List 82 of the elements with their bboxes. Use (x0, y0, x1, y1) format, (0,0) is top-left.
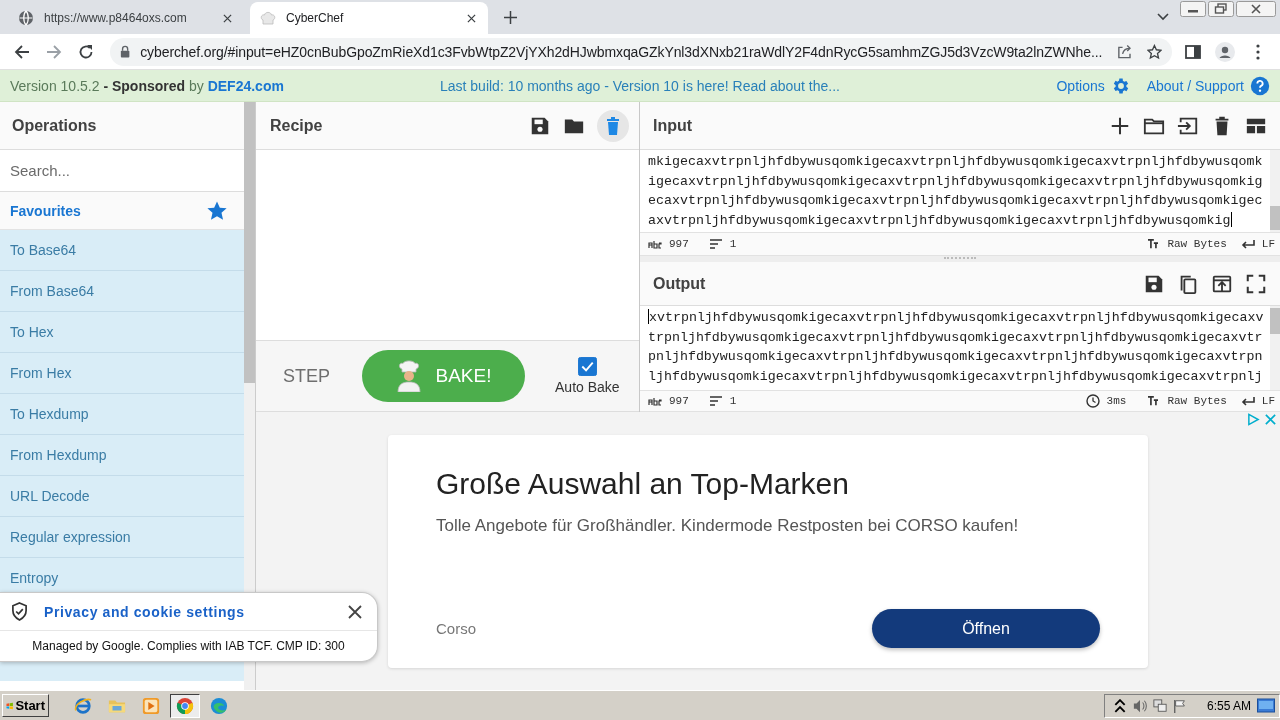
back-arrow-icon[interactable] (14, 43, 30, 60)
output-field[interactable]: xvtrpnljhfdbywusqomkigecaxvtrpnljhfdbywusqomkigecaxvtrpnljhfdbywusqomkigecaxv trpnljhfdbywusqomkigecaxvtrpnljhfdbywusqomkigecaxvtrpnljhfdbywusqomkigecaxvtr pnljhfdbywusqomkigecaxvtrpnljhfdbywusqomkigecaxvtrpnljhfdbywusqomkigecaxvtrpn ljhfdbywusqomkigecaxvtrpnljhfdbywusqomkigecaxvtrpnljhfdbywusqomkigecaxvtrpnlj (640, 306, 1270, 390)
ad-card[interactable]: Große Auswahl an Top-Marken Tolle Angebote für Großhändler. Kindermode Restposten bei CORSO kaufen! Corso Öffnen (388, 435, 1148, 668)
input-field[interactable]: mkigecaxvtrpnljhfdbywusqomkigecaxvtrpnljhfdbywusqomkigecaxvtrpnljhfdbywusqomk igecaxvtrpnljhfdbywusqomkigecaxvtrpnljhfdbywusqomkigecaxvtrpnljhfdbywusqomkig ecaxvtrpnljhfdbywusqomkigecaxvtrpnljhfdbywusqomkigecaxvtrpnljhfdbywusqomkigec axvtrpnljhfdbywusqomkigecaxvtrpnljhfdbywusqomkigecaxvtrpnljhfdbywusqomkig (640, 150, 1270, 232)
character-count: 997 (669, 395, 689, 407)
auto-bake-checkbox[interactable] (577, 357, 597, 376)
desktop-icon[interactable] (1257, 697, 1276, 714)
flag-icon[interactable] (1173, 698, 1187, 713)
bake-time: 3ms (1106, 395, 1127, 407)
checkbox-label: Auto Bake (555, 379, 620, 395)
privacy-settings-link[interactable]: Privacy and cookie settings (44, 603, 348, 620)
network-icon[interactable] (1153, 698, 1167, 713)
close-icon[interactable] (348, 604, 362, 619)
character-count: 997 (669, 238, 689, 250)
ad-description: Tolle Angebote für Großhändler. Kindermode Restposten bei CORSO kaufen! (436, 515, 1019, 537)
lock-icon[interactable] (120, 45, 131, 58)
globe-icon (18, 10, 34, 26)
clock: 6:55 AM (1207, 698, 1252, 713)
bookmark-star-icon[interactable] (1147, 43, 1162, 60)
share-icon[interactable] (1117, 43, 1133, 60)
close-icon[interactable] (223, 13, 232, 23)
browser-tab[interactable]: https://www.p8464oxs.com (8, 2, 244, 34)
browser-icon (210, 696, 228, 715)
browser-icon (74, 696, 92, 715)
sponsor-link[interactable]: DEF24.com (207, 77, 284, 94)
menu-icon[interactable] (1256, 43, 1260, 60)
return-arrow-icon (1240, 239, 1255, 249)
start-button[interactable]: Start (2, 694, 49, 717)
help-icon (1250, 75, 1270, 96)
text-size-icon (1146, 239, 1161, 249)
close-icon[interactable] (467, 13, 476, 23)
bake-button[interactable]: BAKE! (362, 350, 525, 402)
text-size-icon (1146, 396, 1161, 406)
panel-title: Input (653, 116, 693, 135)
shield-icon (11, 602, 28, 621)
forward-arrow-icon[interactable] (46, 43, 62, 60)
restore-icon[interactable] (1208, 1, 1234, 17)
line-count: 1 (729, 395, 737, 407)
encoding-button[interactable]: Raw Bytes (1167, 395, 1227, 407)
browser-tab[interactable]: CyberChef (250, 2, 488, 34)
speaker-icon[interactable] (1133, 698, 1147, 713)
text-length-icon (648, 396, 662, 406)
chef-hat-icon (260, 10, 276, 26)
open-button[interactable]: Öffnen (872, 609, 1100, 648)
plus-icon[interactable] (504, 11, 517, 24)
eol-button[interactable]: LF (1261, 395, 1275, 407)
favourites-header[interactable]: Favourites (0, 192, 244, 230)
support-link[interactable]: About / Support (1146, 75, 1270, 96)
profile-icon[interactable] (1215, 41, 1235, 62)
lines-icon (708, 396, 723, 406)
consent-notice: Managed by Google. Complies with IAB TCF. CMP ID: 300 (31, 638, 346, 655)
panel-title: Output (653, 274, 706, 293)
line-count: 1 (729, 238, 737, 250)
address-bar[interactable]: cyberchef.org/#input=eHZ0cnBubGpoZmRieXd1c3FvbWtpZ2VjYXh2dHJwbmxqaGZkYnl3dXNxb21raWdlY2F4dnRycG5samhmZGJ5d3VzcW9ta2lnZWNhe... (110, 37, 1172, 66)
chevron-up-icon[interactable] (1113, 698, 1127, 713)
text-length-icon (648, 239, 662, 249)
chef-icon (395, 360, 422, 392)
close-icon[interactable] (1236, 1, 1276, 17)
step-button[interactable]: STEP (283, 365, 330, 387)
panel-title: Recipe (270, 116, 323, 135)
ad-headline: Große Auswahl an Top-Marken (436, 466, 849, 502)
minimize-icon[interactable] (1180, 1, 1206, 17)
clock-icon (1085, 394, 1100, 408)
lines-icon (708, 239, 723, 249)
taskbar-button[interactable] (170, 693, 200, 718)
fullscreen-icon[interactable] (1245, 272, 1267, 295)
build-notice-link[interactable]: Last build: 10 months ago - Version 10 is here! Read about the... (439, 77, 840, 94)
reload-icon[interactable] (78, 43, 94, 60)
eol-button[interactable]: LF (1261, 238, 1275, 250)
version-notice: Version 10.5.2 - Sponsored by DEF24.com (10, 77, 284, 94)
caret-down-icon[interactable] (1157, 13, 1169, 21)
advertiser-name: Corso (436, 620, 476, 637)
encoding-button[interactable]: Raw Bytes (1167, 238, 1227, 250)
browser-icon (176, 696, 194, 715)
media-player-icon (142, 696, 160, 715)
star-icon (206, 199, 228, 222)
panel-title: Operations (12, 116, 97, 135)
return-arrow-icon (1240, 396, 1255, 406)
options-link[interactable]: Options (1056, 75, 1131, 96)
sidebar-icon[interactable] (1185, 43, 1201, 60)
scrollbar[interactable] (1270, 150, 1280, 232)
scrollbar[interactable] (1270, 306, 1280, 390)
